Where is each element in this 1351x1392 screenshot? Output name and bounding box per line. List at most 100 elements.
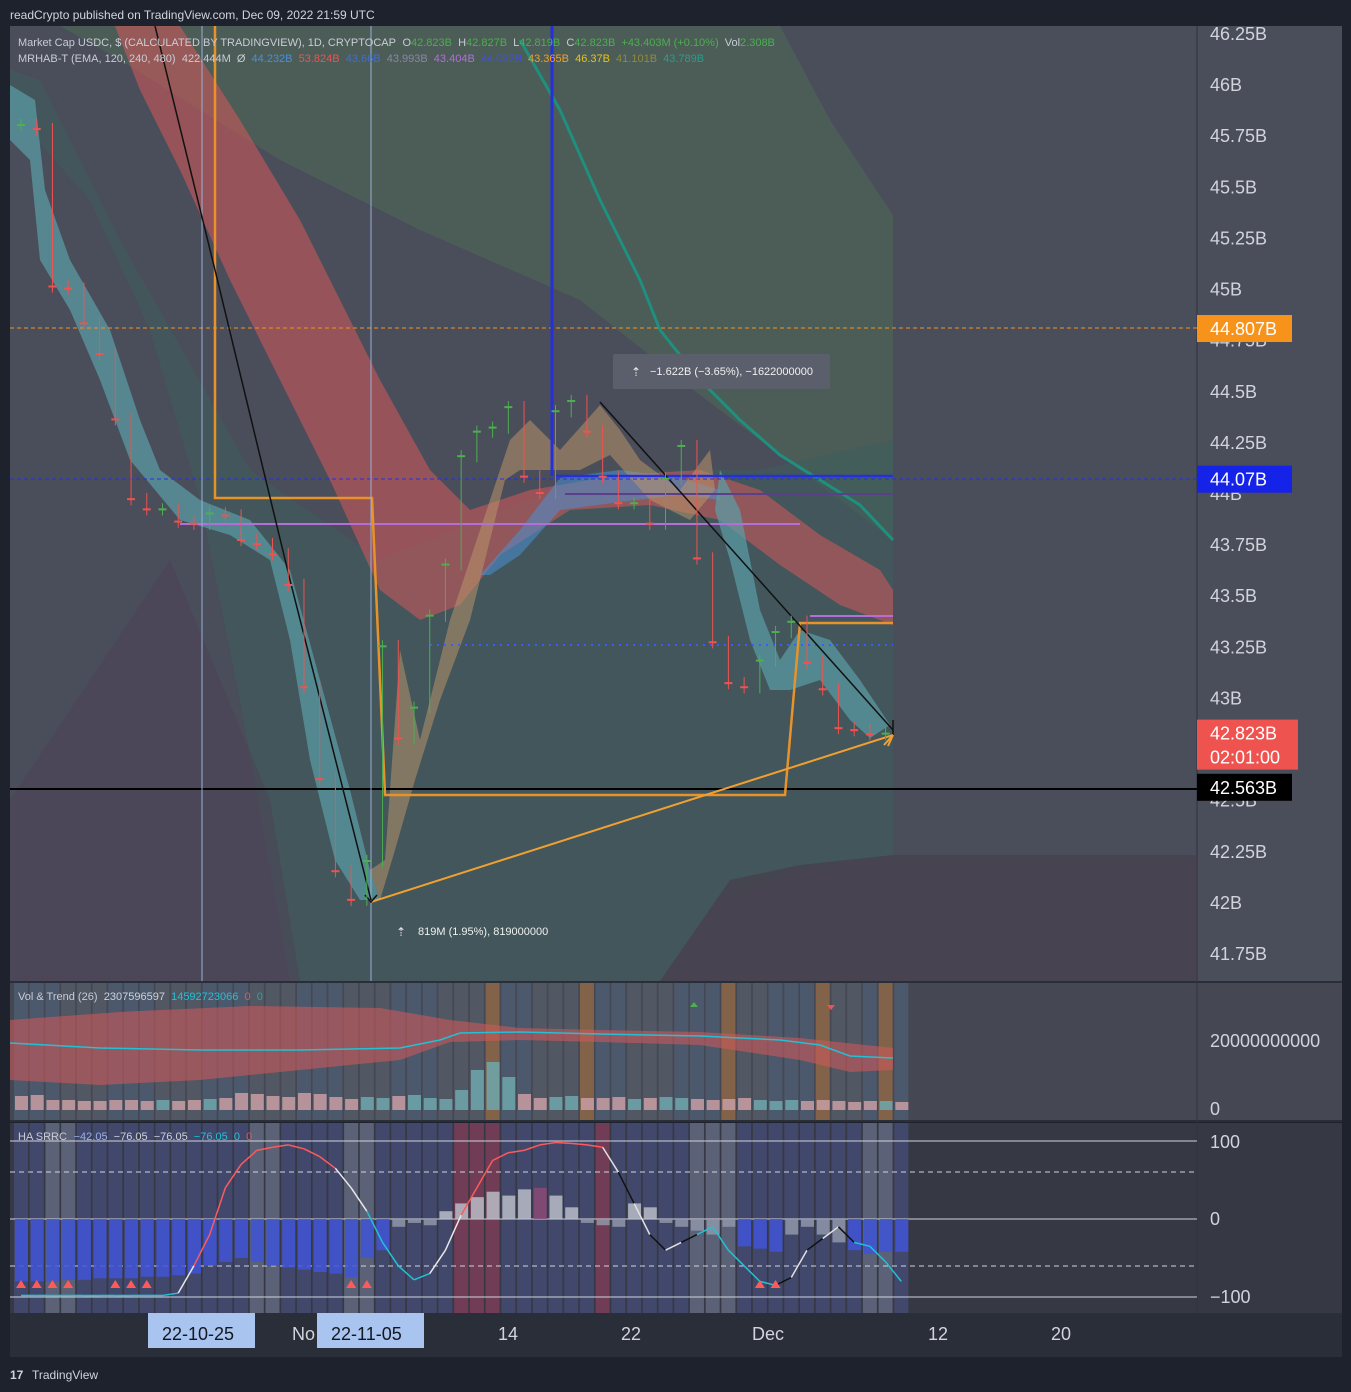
price-tick: 45B <box>1210 280 1242 300</box>
srrc-hist-bar <box>219 1219 233 1262</box>
srrc-bg-column <box>689 1123 704 1313</box>
vol-bg-column <box>894 983 909 1120</box>
legend-text: Vol <box>725 37 740 49</box>
vol-bar <box>769 1101 783 1110</box>
srrc-hist-bar <box>250 1219 264 1262</box>
srrc-hist-bar <box>266 1219 280 1266</box>
price-label-text: 44.07B <box>1210 470 1267 490</box>
srrc-hist-bar <box>895 1219 909 1252</box>
price-label-countdown: 02:01:00 <box>1210 748 1280 768</box>
legend-text: 0 <box>244 991 250 1003</box>
srrc-hist-bar <box>612 1219 626 1227</box>
chart-canvas: 46.25B46B45.75B45.5B45.25B45B44.75B44.5B… <box>0 0 1351 1392</box>
tradingview-logo-icon: 17 <box>10 1368 24 1382</box>
vol-bar <box>235 1093 249 1110</box>
srrc-hist-bar <box>345 1219 359 1278</box>
srrc-hist-bar <box>125 1219 139 1279</box>
price-tick: 46.25B <box>1210 24 1267 44</box>
vol-bar <box>266 1096 280 1110</box>
vol-bar <box>486 1062 500 1110</box>
vol-bar <box>109 1100 123 1110</box>
legend-text: 43.404B <box>434 53 475 65</box>
vol-bar <box>801 1101 814 1110</box>
srrc-hist-bar <box>863 1219 877 1255</box>
legend-text: 0 <box>246 1131 252 1143</box>
vol-bar <box>502 1077 516 1110</box>
srrc-hist-bar <box>282 1219 296 1268</box>
vol-bar <box>392 1096 406 1110</box>
srrc-hist-bar <box>738 1219 752 1247</box>
srrc-hist-bar <box>313 1219 327 1273</box>
srrc-bg-column <box>422 1123 437 1313</box>
srrc-hist-bar <box>518 1189 532 1219</box>
indicator-legend[interactable]: MRHAB-T (EMA, 120, 240, 480) 422.444M Ø … <box>18 53 704 65</box>
vol-bar <box>659 1097 673 1110</box>
svg-text:⇡: ⇡ <box>631 365 641 379</box>
legend-text: 44.232B <box>252 53 293 65</box>
srrc-hist-bar <box>533 1187 547 1219</box>
srrc-hist-bar <box>643 1207 657 1219</box>
srrc-hist-bar <box>502 1195 516 1219</box>
vol-bar <box>46 1100 60 1110</box>
srrc-bg-column <box>218 1123 233 1313</box>
srrc-bg-column <box>328 1123 343 1313</box>
legend-text: −76.05 <box>114 1131 148 1143</box>
legend-text: MRHAB-T (EMA, 120, 240, 480) <box>18 53 176 65</box>
srrc-hist-bar <box>62 1219 76 1280</box>
time-highlight-text: 22-10-25 <box>162 1324 234 1344</box>
vol-bar <box>549 1097 563 1110</box>
srrc-hist-bar <box>77 1219 91 1280</box>
time-tick: No <box>292 1324 315 1344</box>
srrc-hist-bar <box>392 1219 406 1227</box>
legend-text: 2307596597 <box>104 991 165 1003</box>
srrc-bg-column <box>579 1123 594 1313</box>
vol-bar <box>125 1100 139 1110</box>
vol-bar <box>408 1095 421 1110</box>
price-tick: 43.5B <box>1210 586 1257 606</box>
price-label-text: 42.823B <box>1210 724 1277 744</box>
srrc-hist-bar <box>93 1219 107 1279</box>
legend-text: 43.66B <box>346 53 381 65</box>
vol-bar <box>140 1101 154 1110</box>
srrc-hist-bar <box>15 1219 28 1282</box>
srrc-hist-bar <box>565 1207 579 1219</box>
vol-bar <box>879 1101 893 1110</box>
srrc-hist-bar <box>659 1219 673 1223</box>
srrc-bg-column <box>611 1123 626 1313</box>
tradingview-logo[interactable]: 17 TradingView <box>10 1368 98 1382</box>
srrc-legend[interactable]: HA SRRC −42.05 −76.05 −76.05 −76.05 0 0 <box>18 1131 252 1143</box>
vol-tick: 0 <box>1210 1099 1220 1119</box>
srrc-bg-column <box>705 1123 720 1313</box>
vol-bar <box>863 1101 877 1110</box>
vol-bar <box>313 1094 327 1110</box>
srrc-tick: 0 <box>1210 1209 1220 1229</box>
vol-bar <box>816 1100 830 1110</box>
vol-bar <box>439 1099 453 1110</box>
vol-bar <box>30 1095 44 1110</box>
srrc-hist-bar <box>470 1197 484 1219</box>
measure-box-1[interactable]: ⇡ −1.622B (−3.65%), −1622000000 <box>613 354 830 389</box>
vol-bar <box>329 1097 343 1110</box>
legend-text: 43.365B <box>528 53 569 65</box>
legend-text: 42.823B <box>411 37 452 49</box>
vol-bar <box>832 1101 846 1110</box>
srrc-bg-column <box>894 1123 909 1313</box>
time-highlight-text: 22-11-05 <box>331 1324 402 1344</box>
srrc-bg-column <box>721 1123 736 1313</box>
srrc-hist-bar <box>140 1219 154 1277</box>
legend-text: 43.993B <box>387 53 428 65</box>
vol-bar <box>895 1102 909 1110</box>
vol-bar <box>848 1102 862 1110</box>
srrc-bg-column <box>76 1123 91 1313</box>
vol-legend[interactable]: Vol & Trend (26) 2307596597 14592723066 … <box>18 991 263 1003</box>
price-tick: 44.5B <box>1210 382 1257 402</box>
time-tick: Dec <box>752 1324 784 1344</box>
srrc-hist-bar <box>753 1219 767 1249</box>
srrc-hist-bar <box>879 1219 893 1252</box>
srrc-hist-bar <box>423 1219 437 1226</box>
measure-box-2[interactable]: ⇡ 819M (1.95%), 819000000 <box>396 925 548 939</box>
legend-text: −42.05 <box>74 1131 108 1143</box>
price-tick: 45.25B <box>1210 228 1267 248</box>
price-tick: 43.75B <box>1210 535 1267 555</box>
vol-bar <box>250 1094 264 1110</box>
